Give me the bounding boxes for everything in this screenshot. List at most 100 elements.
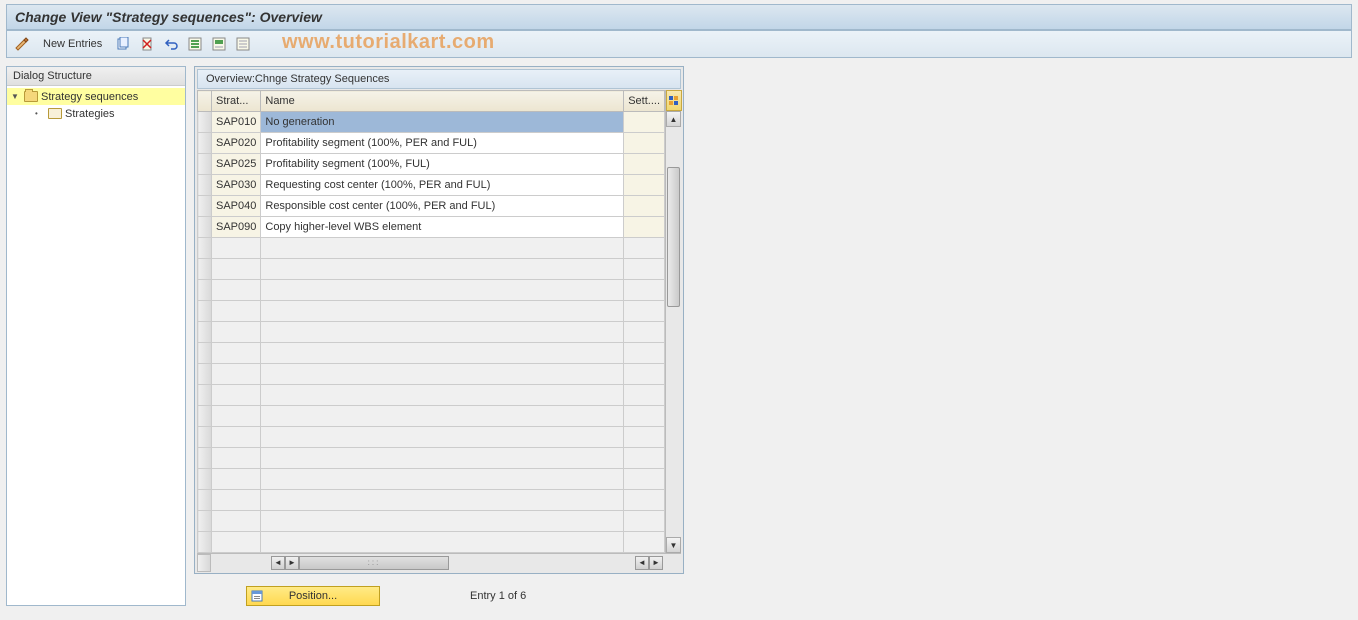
table-row[interactable]: SAP020Profitability segment (100%, PER a… <box>198 133 665 154</box>
cell-name[interactable]: Copy higher-level WBS element <box>261 217 624 238</box>
row-selector[interactable] <box>198 280 212 301</box>
table-row[interactable] <box>198 490 665 511</box>
cell-strat[interactable]: SAP040 <box>212 196 261 217</box>
scroll-down-button[interactable]: ▼ <box>666 537 681 553</box>
row-selector[interactable] <box>198 259 212 280</box>
cell-sett[interactable] <box>624 133 665 154</box>
cell-strat[interactable]: SAP010 <box>212 112 261 133</box>
cell-name[interactable]: Requesting cost center (100%, PER and FU… <box>261 175 624 196</box>
table-corner[interactable] <box>198 91 212 112</box>
tree-node-strategy-sequences[interactable]: ▼ Strategy sequences <box>7 88 185 105</box>
cell-sett <box>624 427 665 448</box>
grid-box: Overview:Chnge Strategy Sequences Strat.… <box>194 66 684 574</box>
deselect-all-icon[interactable] <box>234 35 252 53</box>
row-selector[interactable] <box>198 490 212 511</box>
table-row[interactable] <box>198 406 665 427</box>
table-row[interactable] <box>198 532 665 553</box>
tree-node-strategies[interactable]: • Strategies <box>7 105 185 122</box>
cell-strat[interactable]: SAP025 <box>212 154 261 175</box>
cell-name[interactable]: Profitability segment (100%, PER and FUL… <box>261 133 624 154</box>
position-button[interactable]: Position... <box>246 586 380 606</box>
row-selector[interactable] <box>198 448 212 469</box>
column-header-name[interactable]: Name <box>261 91 624 112</box>
hscroll-right-button[interactable]: ► <box>285 556 299 570</box>
table-row[interactable] <box>198 301 665 322</box>
hscroll-left-end-button[interactable]: ◄ <box>635 556 649 570</box>
table-row[interactable]: SAP040Responsible cost center (100%, PER… <box>198 196 665 217</box>
cell-strat[interactable]: SAP030 <box>212 175 261 196</box>
delete-icon[interactable] <box>138 35 156 53</box>
table-row[interactable] <box>198 259 665 280</box>
cell-strat <box>212 511 261 532</box>
row-selector[interactable] <box>198 364 212 385</box>
tree-node-label: Strategy sequences <box>41 91 138 103</box>
cell-sett[interactable] <box>624 217 665 238</box>
scroll-thumb[interactable] <box>667 167 680 307</box>
cell-name <box>261 322 624 343</box>
cell-strat <box>212 322 261 343</box>
column-header-sett[interactable]: Sett.... <box>624 91 665 112</box>
new-entries-button[interactable]: New Entries <box>37 36 108 52</box>
table-row[interactable] <box>198 343 665 364</box>
dialog-structure-panel: Dialog Structure ▼ Strategy sequences • … <box>6 66 186 606</box>
row-selector[interactable] <box>198 112 212 133</box>
row-selector[interactable] <box>198 175 212 196</box>
vertical-scrollbar: ▲ ▼ <box>665 90 681 553</box>
column-header-strat[interactable]: Strat... <box>212 91 261 112</box>
copy-icon[interactable] <box>114 35 132 53</box>
row-selector[interactable] <box>198 238 212 259</box>
row-selector[interactable] <box>198 511 212 532</box>
table-row[interactable]: SAP090Copy higher-level WBS element <box>198 217 665 238</box>
row-selector[interactable] <box>198 427 212 448</box>
cell-sett[interactable] <box>624 112 665 133</box>
hscroll-left-button[interactable]: ◄ <box>271 556 285 570</box>
table-row[interactable] <box>198 427 665 448</box>
cell-sett[interactable] <box>624 154 665 175</box>
row-selector[interactable] <box>198 217 212 238</box>
table-row[interactable] <box>198 385 665 406</box>
table-row[interactable] <box>198 364 665 385</box>
table-settings-icon[interactable] <box>666 90 682 111</box>
table-row[interactable]: SAP025Profitability segment (100%, FUL) <box>198 154 665 175</box>
row-selector[interactable] <box>198 301 212 322</box>
row-selector[interactable] <box>198 322 212 343</box>
select-all-icon[interactable] <box>186 35 204 53</box>
scroll-up-button[interactable]: ▲ <box>666 111 681 127</box>
row-selector[interactable] <box>198 406 212 427</box>
select-block-icon[interactable] <box>210 35 228 53</box>
table-row[interactable] <box>198 448 665 469</box>
collapse-icon[interactable]: ▼ <box>11 92 21 101</box>
row-selector[interactable] <box>198 532 212 553</box>
cell-strat[interactable]: SAP020 <box>212 133 261 154</box>
cell-name[interactable]: No generation <box>261 112 624 133</box>
table-row[interactable] <box>198 469 665 490</box>
table-row[interactable] <box>198 322 665 343</box>
cell-name <box>261 511 624 532</box>
cell-name[interactable]: Profitability segment (100%, FUL) <box>261 154 624 175</box>
row-selector[interactable] <box>198 133 212 154</box>
row-selector[interactable] <box>198 343 212 364</box>
row-selector[interactable] <box>198 196 212 217</box>
table-row[interactable] <box>198 511 665 532</box>
table-row[interactable]: SAP010No generation <box>198 112 665 133</box>
row-selector[interactable] <box>198 154 212 175</box>
toggle-icon[interactable] <box>13 35 31 53</box>
cell-name[interactable]: Responsible cost center (100%, PER and F… <box>261 196 624 217</box>
hscroll-right-end-button[interactable]: ► <box>649 556 663 570</box>
cell-strat <box>212 427 261 448</box>
scroll-track[interactable] <box>666 127 681 537</box>
cell-sett <box>624 406 665 427</box>
row-selector[interactable] <box>198 469 212 490</box>
cell-name <box>261 406 624 427</box>
cell-sett[interactable] <box>624 175 665 196</box>
cell-sett[interactable] <box>624 196 665 217</box>
table-row[interactable]: SAP030Requesting cost center (100%, PER … <box>198 175 665 196</box>
undo-icon[interactable] <box>162 35 180 53</box>
row-selector[interactable] <box>198 385 212 406</box>
cell-strat[interactable]: SAP090 <box>212 217 261 238</box>
table-row[interactable] <box>198 280 665 301</box>
cell-name <box>261 427 624 448</box>
table-row[interactable] <box>198 238 665 259</box>
hscroll-thumb[interactable]: ::: <box>299 556 449 570</box>
position-button-label: Position... <box>289 590 337 602</box>
